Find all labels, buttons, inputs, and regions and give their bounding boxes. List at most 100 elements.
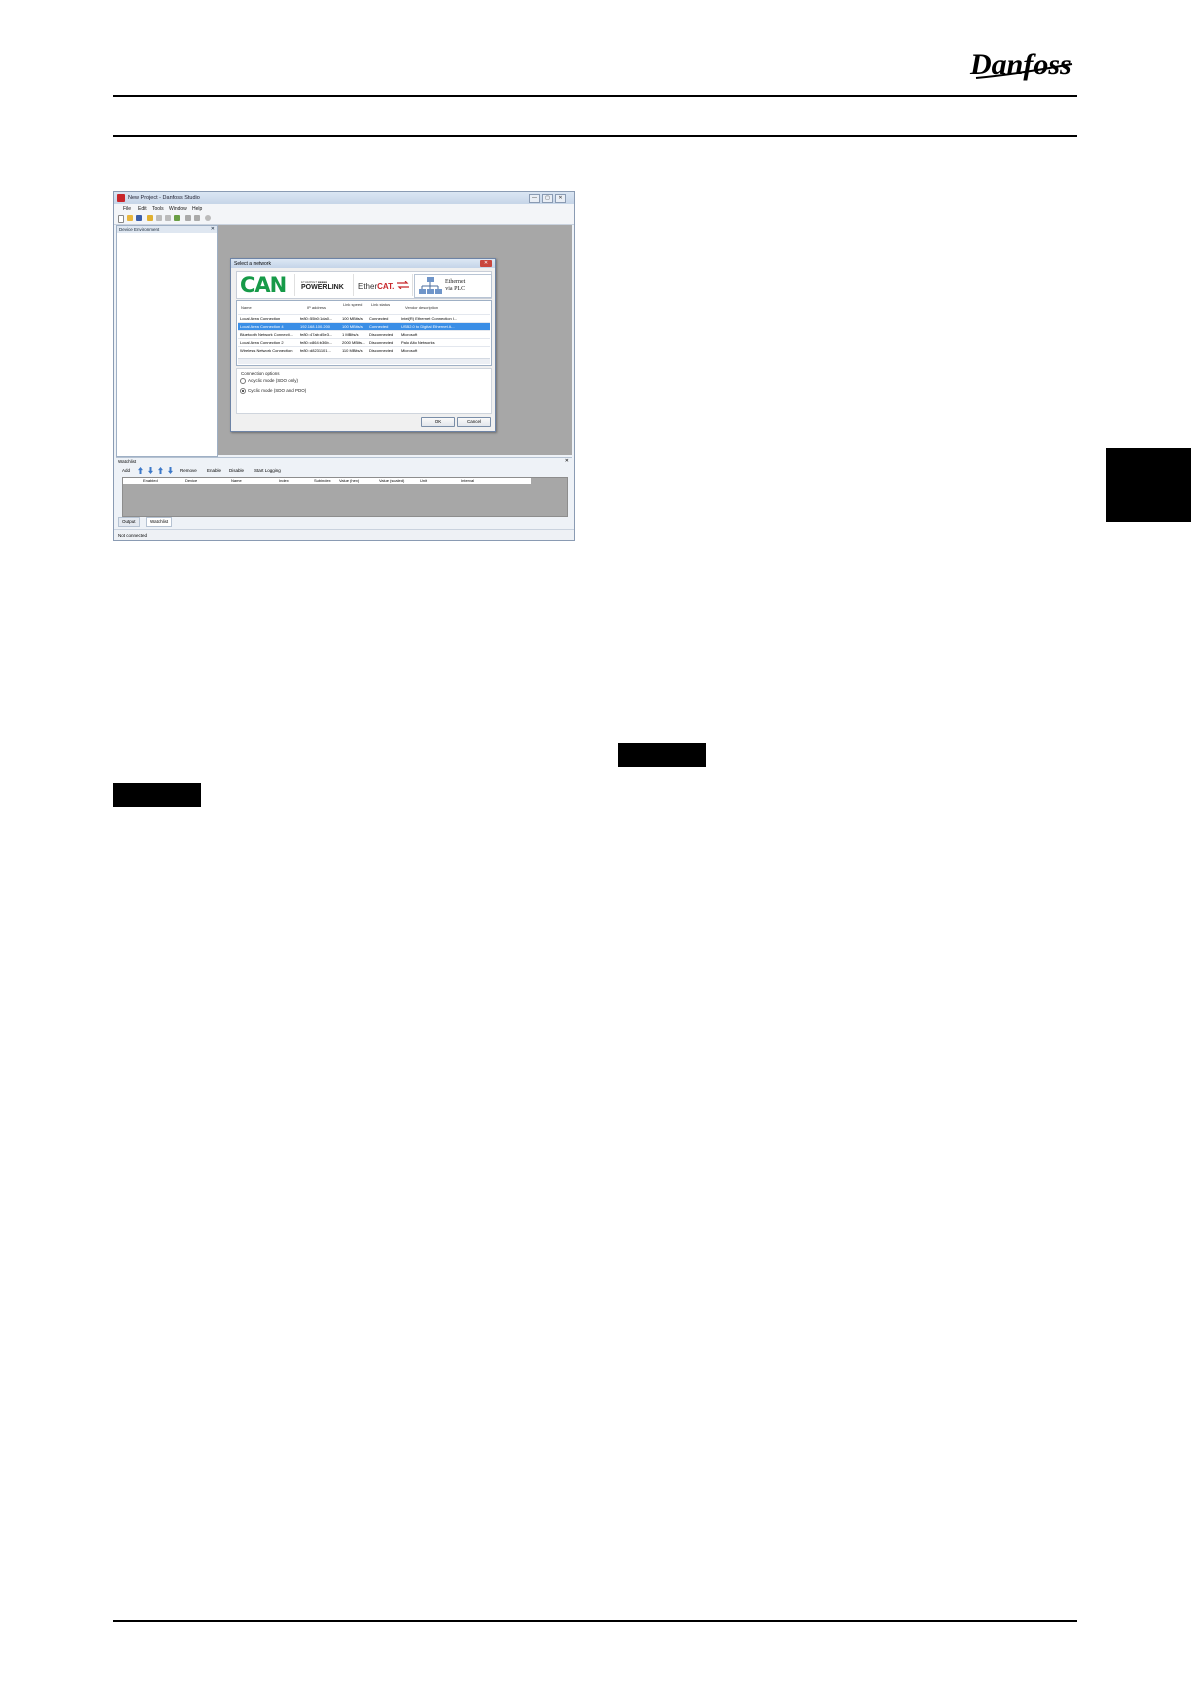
watchlist-title: Watchlist [118,459,137,464]
cancel-button[interactable]: Cancel [457,417,491,427]
open-folder-icon[interactable] [127,215,133,221]
enable-button[interactable]: Enable [207,468,221,473]
dialog-titlebar: Select a network ✕ [231,259,495,268]
menu-tools[interactable]: Tools [152,206,164,212]
settings-icon[interactable] [205,215,211,221]
tab-output[interactable]: Output [118,517,140,527]
ethercat-arrows-icon [397,281,409,289]
watchlist-toolbar: Add Remove Enable Disable Start Logging [116,467,572,475]
col-link-status: Link status [371,302,391,307]
col-value-hex: Value (hex) [339,478,360,483]
col-ip: IP address [307,305,327,310]
move-top-icon[interactable] [158,467,163,474]
col-name: Name [241,305,252,310]
tab-watchlist[interactable]: Watchlist [146,517,173,527]
col-index: Index [279,478,289,483]
menu-window[interactable]: Window [169,206,187,212]
new-file-icon[interactable] [118,215,124,223]
copy-icon[interactable] [156,215,162,221]
ethernet-plc-label: Ethernet via PLC [445,279,465,293]
ok-button[interactable]: OK [421,417,455,427]
col-name: Name [231,478,242,483]
wand-icon[interactable] [147,215,153,221]
maximize-button[interactable]: ▢ [542,194,553,203]
cyclic-label: Cyclic mode (SDO and PDO) [248,388,307,393]
menu-help[interactable]: Help [192,206,202,212]
select-network-dialog: Select a network ✕ CAN ETHERNET ■■■■■ PO… [230,258,496,432]
bottom-tabs: Output Watchlist [116,517,572,527]
cell-vendor: Microsoft [401,348,418,353]
ethercat-option[interactable]: EtherCAT. [354,274,413,296]
header-rule-bottom [113,135,1077,137]
col-unit: Unit [420,478,428,483]
save-icon[interactable] [136,215,142,221]
col-value-scaled: Value (scaled) [379,478,405,483]
cell-name: Wireless Network Connection [240,348,293,353]
col-vendor: Vendor description [405,305,439,310]
toolbar [114,213,574,225]
watchlist-header: Enabled Device Name Index Subindex Value… [123,478,531,484]
watchlist-pane: Watchlist ✕ Add Remove Enable Disable St… [116,457,572,528]
can-logo: CAN [240,273,287,297]
window-titlebar: New Project - Danfoss Studio — ▢ ✕ [114,192,574,204]
close-button[interactable]: ✕ [555,194,566,203]
watchlist-grid: Enabled Device Name Index Subindex Value… [122,477,568,517]
ethernet-plc-line2: via PLC [445,286,466,292]
disable-button[interactable]: Disable [229,468,244,473]
acyclic-radio[interactable] [240,378,246,384]
col-link-speed: Link speed [343,302,363,307]
notice-label-left [113,783,201,807]
ethercat-logo: EtherCAT. [358,282,394,291]
status-bar: Not connected [114,529,574,540]
dialog-close-button[interactable]: ✕ [480,260,492,267]
dialog-title: Select a network [234,261,271,267]
device-environment-pane: Device Environment ✕ [116,225,218,457]
ethercat-logo-a: Ether [358,282,378,291]
remove-button[interactable]: Remove [180,468,197,473]
paste-icon[interactable] [165,215,171,221]
col-subindex: Subindex [314,478,331,483]
table-horizontal-scrollbar[interactable] [238,358,490,364]
menu-edit[interactable]: Edit [138,206,147,212]
pane-title: Device Environment [119,227,160,232]
ethernet-plc-line1: Ethernet [445,279,466,285]
start-logging-button[interactable]: Start Logging [254,468,281,473]
network-icon[interactable] [174,215,180,221]
network-type-selector: CAN ETHERNET ■■■■■ POWERLINK EtherCAT. E… [236,271,492,299]
footer-rule [113,1620,1077,1622]
software-screenshot: New Project - Danfoss Studio — ▢ ✕ File … [113,191,575,541]
move-down-icon[interactable] [148,467,153,474]
connect-icon[interactable] [185,215,191,221]
cell-ip: fe80::d8231101... [300,348,331,353]
minimize-button[interactable]: — [529,194,540,203]
cell-status: Disconnected [369,348,394,353]
ethernet-plc-option[interactable]: Ethernet via PLC [414,274,492,298]
move-up-icon[interactable] [138,467,143,474]
window-title: New Project - Danfoss Studio [128,195,200,201]
add-button[interactable]: Add [122,468,130,473]
can-option[interactable]: CAN [238,273,295,297]
table-row[interactable]: Wireless Network Connection fe80::d82311… [238,346,490,355]
connection-status: Not connected [118,533,148,538]
disconnect-icon[interactable] [194,215,200,221]
menu-bar: File Edit Tools Window Help [114,204,574,213]
powerlink-option[interactable]: ETHERNET ■■■■■ POWERLINK [295,274,354,296]
move-bottom-icon[interactable] [168,467,173,474]
cyclic-radio[interactable] [240,388,246,394]
header-rule-top [113,95,1077,97]
connection-options: Connection options Acyclic mode (SDO onl… [236,368,492,414]
col-device: Device [185,478,198,483]
col-interval: Interval [461,478,475,483]
pane-close-icon[interactable]: ✕ [211,226,215,233]
acyclic-label: Acyclic mode (SDO only) [248,378,299,383]
cell-speed: 110 MBits/s [342,348,363,353]
app-icon [117,194,125,202]
powerlink-logo: POWERLINK [301,284,344,291]
notice-label-right [618,743,706,767]
danfoss-logo: Danfoss [969,48,1073,81]
svg-text:Danfoss: Danfoss [969,48,1072,81]
chapter-tab [1106,448,1191,522]
network-tree-icon [419,277,442,294]
watchlist-close-icon[interactable]: ✕ [565,458,569,464]
menu-file[interactable]: File [123,206,131,212]
